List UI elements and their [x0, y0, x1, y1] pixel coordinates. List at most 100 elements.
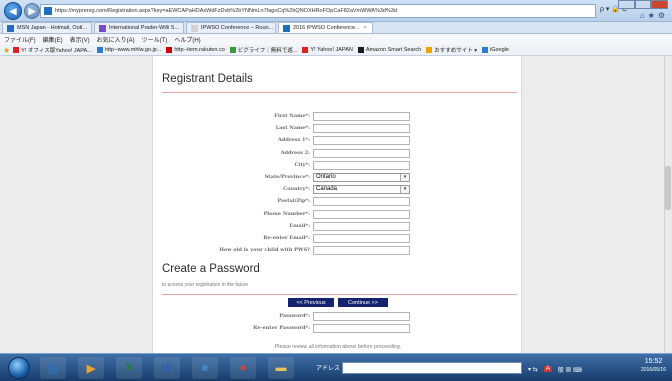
- tab-favicon-icon: [283, 24, 290, 32]
- field-label: Password*:: [279, 313, 310, 319]
- text-field[interactable]: [313, 148, 410, 158]
- field-label: Address 1*:: [278, 137, 310, 144]
- arrow-right-icon: ▶: [28, 5, 36, 16]
- favorite-item-7[interactable]: iGoogle: [481, 47, 509, 53]
- language-indicator[interactable]: 般 ▦ ⌨: [558, 365, 582, 374]
- chrome-taskbar-icon[interactable]: ●: [230, 357, 256, 379]
- address-bar[interactable]: https://myprereg.com/Registration.aspx?k…: [40, 4, 596, 18]
- tab-3[interactable]: 2016 IPWSO Conference... ×: [278, 22, 373, 33]
- select-field[interactable]: Ontario ▾: [313, 173, 410, 182]
- field-label: First Name*:: [274, 113, 310, 119]
- form-row: Country*: Canada ▾: [153, 185, 523, 195]
- folder-taskbar-icon[interactable]: ▬: [268, 357, 294, 379]
- scrollbar-thumb[interactable]: [665, 166, 671, 210]
- select-field[interactable]: Canada ▾: [313, 185, 410, 195]
- star-icon[interactable]: ★: [648, 11, 658, 20]
- address-text[interactable]: https://myprereg.com/Registration.aspx?k…: [55, 8, 397, 14]
- favorite-item-2[interactable]: http--item.rakuten.co: [166, 47, 225, 53]
- form-row: Re-enter Email*:: [153, 234, 523, 244]
- vertical-scrollbar[interactable]: [664, 56, 672, 353]
- field-label: State/Province*:: [264, 174, 310, 180]
- favorite-label: iGoogle: [489, 47, 509, 53]
- form-row: How old is your child with PWS?: [153, 246, 523, 256]
- favorites-star-icon[interactable]: ★: [3, 46, 10, 55]
- form-row: City*:: [153, 160, 523, 171]
- previous-button[interactable]: << Previous: [288, 298, 334, 307]
- menu-item-5[interactable]: ヘルプ(H): [174, 35, 200, 44]
- tab-label: International Prader-Willi S...: [109, 25, 179, 31]
- favorite-label: Y! オフィス版Yahoo! JAPA...: [21, 48, 92, 54]
- ime-icon[interactable]: A: [543, 366, 552, 372]
- form-row: Last Name*:: [153, 124, 523, 134]
- text-field[interactable]: [313, 221, 410, 231]
- text-field[interactable]: [313, 324, 410, 333]
- menu-item-0[interactable]: ファイル(F): [4, 35, 36, 44]
- menu-item-2[interactable]: 表示(V): [70, 35, 90, 44]
- chevron-down-icon[interactable]: ▾: [400, 174, 409, 181]
- menu-item-1[interactable]: 編集(E): [43, 35, 63, 44]
- text-field[interactable]: [313, 160, 410, 170]
- menu-bar: ファイル(F) 編集(E) 表示(V) お気に入り(A) ツール(T) ヘルプ(H): [0, 34, 672, 45]
- close-tab-icon[interactable]: ×: [364, 25, 367, 31]
- tab-1[interactable]: International Prader-Willi S...: [94, 22, 184, 33]
- field-label: Country*:: [283, 186, 310, 193]
- start-button[interactable]: [8, 357, 30, 379]
- text-field[interactable]: [313, 136, 410, 146]
- continue-button[interactable]: Continue >>: [338, 298, 388, 307]
- network-icon[interactable]: ▾ ⇆: [528, 366, 538, 373]
- favorite-icon: [357, 47, 364, 53]
- tab-bar: MSN Japan - Hotmail, Outl... Internationa…: [0, 22, 672, 34]
- favorite-icon: [302, 47, 309, 53]
- excel-taskbar-icon[interactable]: X: [116, 357, 142, 379]
- ie-taskbar-icon[interactable]: e: [192, 357, 218, 379]
- gear-icon[interactable]: ⚙: [658, 11, 668, 20]
- form-row: Phone Number*:: [153, 209, 523, 220]
- favorite-item-3[interactable]: ビグライフ｜無料で遊...: [229, 46, 297, 54]
- home-icon[interactable]: ⌂: [640, 11, 648, 20]
- tab-2[interactable]: IPWSO Conference – Roun...: [186, 22, 276, 33]
- toolbar-icons[interactable]: ⌂★⚙: [640, 11, 668, 20]
- minimize-button[interactable]: [618, 0, 635, 9]
- back-button[interactable]: ◀: [4, 2, 22, 20]
- section-divider: [162, 92, 517, 93]
- favorite-item-0[interactable]: Y! オフィス版Yahoo! JAPA...: [13, 46, 92, 54]
- text-field[interactable]: [313, 112, 410, 121]
- maximize-button[interactable]: [634, 0, 652, 9]
- text-field[interactable]: [313, 234, 410, 243]
- form-row: Email*:: [153, 221, 523, 232]
- field-label: Re-enter Password*:: [253, 325, 310, 331]
- forward-button[interactable]: ▶: [24, 3, 40, 19]
- text-field[interactable]: [313, 246, 410, 256]
- text-field[interactable]: [313, 312, 410, 321]
- favorite-item-5[interactable]: Amazon Smart Search: [357, 47, 421, 53]
- text-field[interactable]: [313, 209, 410, 219]
- field-label: Last Name*:: [275, 125, 310, 132]
- favorite-icon: [229, 47, 236, 53]
- media-taskbar-icon[interactable]: ▶: [78, 357, 104, 379]
- tab-label: MSN Japan - Hotmail, Outl...: [17, 25, 87, 31]
- explorer-taskbar-icon[interactable]: ▤: [40, 357, 66, 379]
- word-taskbar-icon[interactable]: W: [154, 357, 180, 379]
- address-toolbar-label: アドレス: [316, 366, 341, 372]
- field-label: Phone Number*:: [263, 210, 310, 217]
- favorite-label: おすすめサイト ▾: [434, 48, 477, 54]
- favorite-item-6[interactable]: おすすめサイト ▾: [426, 46, 477, 54]
- page-icon: [44, 7, 52, 15]
- text-field[interactable]: [313, 197, 410, 207]
- tab-label: IPWSO Conference – Roun...: [201, 25, 274, 31]
- tab-0[interactable]: MSN Japan - Hotmail, Outl...: [2, 22, 92, 33]
- text-field[interactable]: [313, 124, 410, 134]
- chevron-down-icon[interactable]: ▾: [400, 186, 409, 194]
- favorite-label: http--item.rakuten.co: [174, 47, 225, 53]
- favorite-item-1[interactable]: http--www.mhlw.go.jp...: [96, 47, 161, 53]
- taskbar-address-input[interactable]: [342, 362, 522, 374]
- form-row: State/Province*: Ontario ▾: [153, 173, 523, 183]
- menu-item-4[interactable]: ツール(T): [142, 35, 168, 44]
- form-row: First Name*:: [153, 112, 523, 122]
- favorite-item-4[interactable]: Y! Yahoo! JAPAN: [302, 47, 353, 53]
- clock[interactable]: 15:52 2016/05/16: [641, 358, 666, 374]
- favorites-bar: ★ Y! オフィス版Yahoo! JAPA... http--www.mhlw.g…: [0, 45, 672, 56]
- close-window-button[interactable]: [651, 0, 669, 9]
- menu-item-3[interactable]: お気に入り(A): [97, 35, 135, 44]
- password-subtitle: to access your registration in the futur…: [162, 282, 249, 288]
